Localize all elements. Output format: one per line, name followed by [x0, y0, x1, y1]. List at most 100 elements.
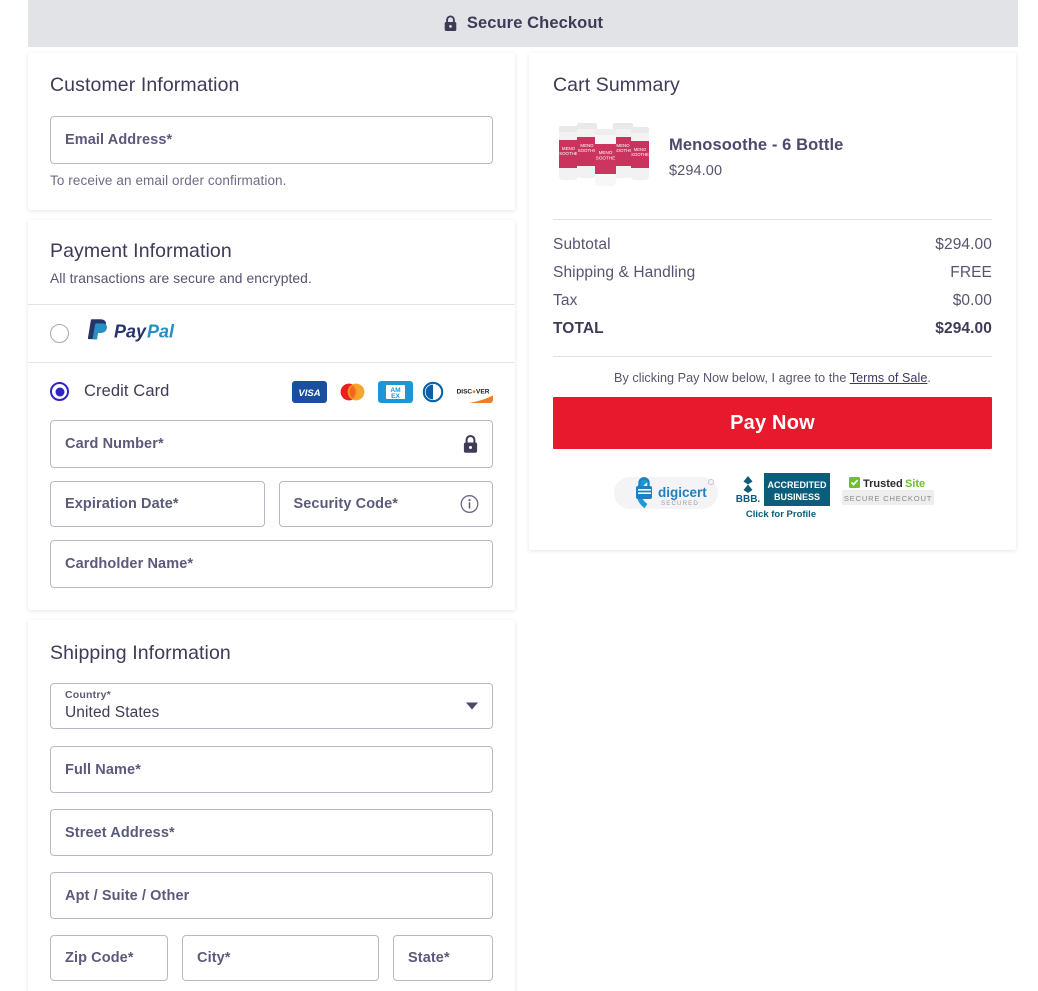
digicert-badge[interactable]: digicert SECURED [612, 471, 720, 520]
tax-value: $0.00 [952, 292, 992, 309]
cart-line-item: MENO SOOTHE MENO SOOTHE MENO SOOTHE MENO… [553, 120, 992, 194]
table-row: Tax $0.00 [553, 287, 992, 315]
mastercard-icon [335, 380, 370, 403]
expiration-date-label: Expiration Date* [65, 496, 179, 512]
cart-item-name: Menosoothe - 6 Bottle [669, 135, 844, 154]
paypal-radio[interactable] [50, 324, 69, 343]
checkout-page: Secure Checkout Customer Information Ema… [0, 0, 1038, 991]
card-number-label: Card Number* [65, 436, 164, 452]
apt-suite-label: Apt / Suite / Other [65, 887, 190, 904]
country-label: Country* [65, 689, 111, 701]
paypal-logo: Pay Pal [84, 317, 194, 350]
product-image: MENO SOOTHE MENO SOOTHE MENO SOOTHE MENO… [553, 120, 653, 194]
grand-total-row: TOTAL $294.00 [553, 315, 992, 343]
payment-method-paypal[interactable]: Pay Pal [28, 304, 515, 362]
svg-text:MENO: MENO [599, 150, 613, 155]
svg-text:Pay: Pay [114, 322, 147, 342]
info-icon[interactable] [460, 495, 479, 514]
city-label: City* [197, 950, 231, 966]
svg-text:SECURED: SECURED [661, 500, 699, 507]
cart-divider-top [553, 219, 992, 220]
visa-icon: VISA [292, 380, 327, 403]
svg-text:VISA: VISA [298, 388, 320, 399]
terms-agreement-text: By clicking Pay Now below, I agree to th… [553, 371, 992, 385]
table-row: Subtotal $294.00 [553, 231, 992, 259]
payment-information-title: Payment Information [50, 240, 232, 262]
bbb-accredited-business-badge[interactable]: BBB. ACCREDITED BUSINESS Click for Profi… [731, 471, 830, 526]
shipping-information-card: Shipping Information Country* United Sta… [28, 620, 515, 991]
svg-text:Site: Site [905, 478, 925, 490]
zip-code-field[interactable]: Zip Code* [50, 935, 168, 981]
amex-icon: AM EX [378, 380, 413, 403]
shipping-information-title: Shipping Information [50, 642, 231, 664]
city-field[interactable]: City* [182, 935, 379, 981]
lock-icon [443, 15, 458, 32]
full-name-label: Full Name* [65, 761, 141, 778]
accepted-card-brands: VISA AM EX DISC●VER [292, 380, 493, 403]
payment-method-credit-card[interactable]: Credit Card VISA AM EX DISC●VER [28, 362, 515, 420]
svg-text:SOOTHE: SOOTHE [631, 152, 649, 157]
svg-text:digicert: digicert [658, 485, 707, 500]
terms-prefix: By clicking Pay Now below, I agree to th… [614, 371, 850, 385]
svg-text:EX: EX [391, 393, 400, 400]
subtotal-value: $294.00 [935, 236, 992, 253]
shipping-label: Shipping & Handling [553, 264, 696, 281]
subtotal-label: Subtotal [553, 236, 611, 253]
cardholder-name-label: Cardholder Name* [65, 556, 194, 572]
street-address-field[interactable]: Street Address* [50, 809, 493, 856]
payment-information-card: Payment Information All transactions are… [28, 220, 515, 610]
svg-text:Trusted: Trusted [863, 478, 903, 490]
shipping-value: FREE [950, 264, 992, 281]
svg-text:SOOTHE: SOOTHE [614, 148, 633, 153]
apt-suite-field[interactable]: Apt / Suite / Other [50, 872, 493, 919]
svg-text:BBB.: BBB. [735, 494, 760, 505]
security-code-field[interactable]: Security Code* [278, 481, 493, 527]
trust-badges: digicert SECURED BBB. ACCREDITED BUSINES… [553, 471, 992, 526]
card-number-field[interactable]: Card Number* [50, 420, 493, 468]
pay-now-button[interactable]: Pay Now [553, 397, 992, 449]
credit-card-radio[interactable] [50, 382, 69, 401]
left-column: Customer Information Email Address* To r… [28, 53, 515, 991]
terms-of-sale-link[interactable]: Terms of Sale [850, 371, 928, 385]
svg-text:ACCREDITED: ACCREDITED [767, 480, 827, 490]
country-value: United States [65, 704, 160, 721]
expiration-date-field[interactable]: Expiration Date* [50, 481, 265, 527]
svg-text:SOOTHE: SOOTHE [559, 151, 578, 156]
cart-divider-bottom [553, 356, 992, 357]
svg-text:BUSINESS: BUSINESS [773, 492, 819, 502]
cardholder-name-field[interactable]: Cardholder Name* [50, 540, 493, 588]
email-helper-text: To receive an email order confirmation. [50, 173, 287, 188]
svg-text:SECURE CHECKOUT: SECURE CHECKOUT [843, 494, 931, 503]
diners-club-icon [421, 380, 445, 403]
country-select[interactable]: Country* United States [50, 683, 493, 729]
cart-summary-card: Cart Summary MENO SOOTHE MENO SOOTHE MEN… [529, 53, 1016, 550]
trustedsite-badge[interactable]: Trusted Site SECURE CHECKOUT [841, 471, 934, 516]
header-title: Secure Checkout [466, 14, 604, 32]
cart-summary-title: Cart Summary [553, 74, 680, 96]
zip-code-label: Zip Code* [65, 950, 134, 966]
totals-list: Subtotal $294.00 Shipping & Handling FRE… [553, 231, 992, 343]
cart-item-details: Menosoothe - 6 Bottle $294.00 [669, 136, 843, 179]
grand-total-label: TOTAL [553, 320, 604, 337]
discover-icon: DISC●VER [453, 380, 493, 403]
full-name-field[interactable]: Full Name* [50, 746, 493, 793]
svg-text:SOOTHE: SOOTHE [578, 148, 597, 153]
security-code-label: Security Code* [293, 496, 399, 512]
email-address-field[interactable]: Email Address* [50, 116, 493, 164]
lock-icon [462, 435, 479, 454]
street-address-label: Street Address* [65, 824, 175, 841]
svg-text:Pal: Pal [147, 322, 175, 342]
svg-text:Click for Profile: Click for Profile [745, 509, 815, 520]
customer-information-card: Customer Information Email Address* To r… [28, 53, 515, 210]
right-column: Cart Summary MENO SOOTHE MENO SOOTHE MEN… [529, 53, 1016, 550]
customer-information-title: Customer Information [50, 74, 240, 96]
svg-text:DISC●VER: DISC●VER [457, 388, 490, 395]
secure-checkout-header: Secure Checkout [28, 0, 1018, 47]
state-field[interactable]: State* [393, 935, 493, 981]
terms-suffix: . [927, 371, 931, 385]
payment-subtitle: All transactions are secure and encrypte… [50, 271, 312, 286]
chevron-down-icon[interactable] [466, 702, 478, 710]
email-address-label: Email Address* [65, 132, 173, 148]
svg-text:SOOTHE: SOOTHE [596, 156, 615, 161]
grand-total-value: $294.00 [935, 320, 992, 337]
